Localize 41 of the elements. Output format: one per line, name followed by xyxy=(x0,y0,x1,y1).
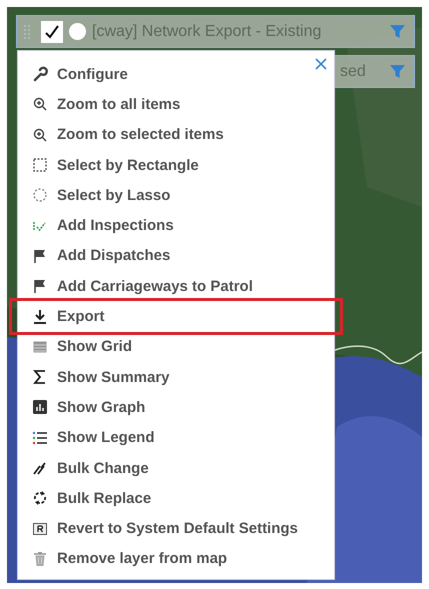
menu-item[interactable]: Zoom to selected items xyxy=(18,120,334,150)
zoom-in-icon xyxy=(32,126,48,143)
menu-item[interactable]: Add Inspections xyxy=(18,210,334,241)
menu-item[interactable]: Show Grid xyxy=(18,332,334,362)
menu-item[interactable]: Select by Lasso xyxy=(18,180,334,210)
slashes-icon xyxy=(32,460,48,476)
dashed-circle-icon xyxy=(32,187,48,204)
flag-icon xyxy=(32,248,48,264)
flag-icon xyxy=(32,278,48,294)
letter-tile-icon xyxy=(32,520,48,537)
list-icon xyxy=(32,430,48,446)
menu-item[interactable]: Select by Rectangle xyxy=(18,150,334,180)
wrench-icon xyxy=(32,66,48,82)
arrows-cycle-icon xyxy=(32,490,48,506)
bar-chart-icon xyxy=(32,399,48,416)
filter-icon[interactable] xyxy=(389,63,406,80)
menu-item[interactable]: Add Dispatches xyxy=(18,240,334,272)
menu-item[interactable]: Export xyxy=(12,301,340,332)
layer-name: sed xyxy=(339,62,367,80)
trash-icon xyxy=(32,550,48,567)
menu-item[interactable]: Show Summary xyxy=(18,362,334,392)
grid-icon xyxy=(32,338,48,355)
sigma-icon xyxy=(32,369,48,386)
menu-item[interactable]: Bulk Replace xyxy=(18,483,334,514)
menu-item[interactable]: Configure xyxy=(18,59,334,90)
menu-item[interactable]: Show Legend xyxy=(18,422,334,453)
checkbox[interactable] xyxy=(41,20,63,42)
drag-handle-icon[interactable] xyxy=(23,24,31,40)
menu-item[interactable]: Zoom to all items xyxy=(18,89,334,120)
menu-item[interactable]: Bulk Change xyxy=(18,452,334,484)
filter-icon[interactable] xyxy=(389,23,406,40)
close-icon[interactable] xyxy=(315,58,327,70)
zoom-in-icon xyxy=(32,96,48,112)
menu-item[interactable]: Show Graph xyxy=(18,392,334,423)
menu-item[interactable]: Revert to System Default Settings xyxy=(18,513,334,544)
dashed-square-icon xyxy=(32,157,48,174)
menu-item[interactable]: Remove layer from map xyxy=(18,544,334,574)
download-icon xyxy=(32,308,48,325)
menu-item[interactable]: Add Carriageways to Patrol xyxy=(18,271,334,302)
layer-name: [cway] Network Export - Existing xyxy=(92,22,322,40)
radio-button[interactable] xyxy=(69,23,86,40)
